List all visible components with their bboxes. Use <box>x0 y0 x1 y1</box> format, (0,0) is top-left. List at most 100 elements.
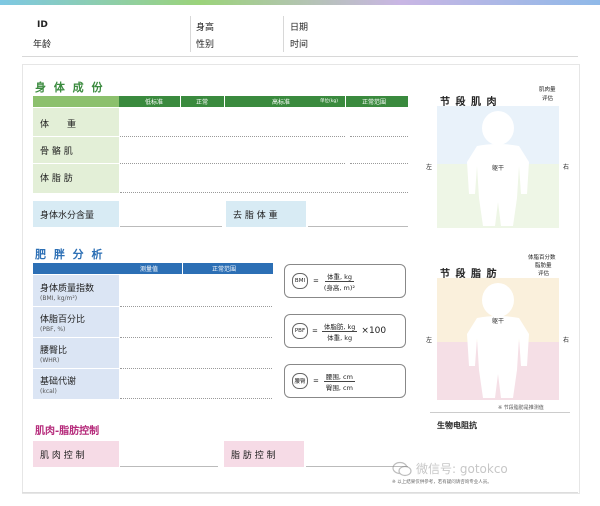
header-divider <box>283 16 284 52</box>
fat-control-label: 脂 肪 控 制 <box>224 441 304 467</box>
col-normal-range: 正常范围 <box>212 266 237 273</box>
bmi-label-text: 身体质量指数 <box>40 283 95 294</box>
row-dotline <box>120 163 345 164</box>
bmi-equals: = <box>313 277 319 285</box>
bmr-row-label: 基础代谢 (kcal) <box>33 369 119 399</box>
bio-impedance-title: 生物电阻抗 <box>437 421 477 430</box>
bio-impedance-line <box>430 412 570 413</box>
fat-legend-line1: 体脂百分数 <box>528 255 556 261</box>
pbf-formula-box: PBF = 体脂肪, kg 体重, kg ×100 <box>284 314 406 348</box>
row-separator <box>33 136 119 137</box>
wechat-icon <box>392 461 412 476</box>
muscle-fat-control-title: 肌肉-脂肪控制 <box>35 426 100 437</box>
row-dotline <box>120 192 408 193</box>
muscle-legend-line2: 评估 <box>542 96 554 102</box>
fat-right-label: 右 <box>563 337 570 344</box>
body-water-label: 身体水分含量 <box>33 201 119 227</box>
bmr-label-sub: (kcal) <box>40 387 57 395</box>
whr-denominator: 臀围, cm <box>325 383 353 392</box>
bmr-label-text: 基础代谢 <box>40 376 77 387</box>
range-dotline <box>350 163 408 164</box>
col-high: 高标准 <box>272 99 291 106</box>
whr-formula-box: 腰臀 = 腰围, cm 臀围, cm <box>284 364 406 398</box>
sex-label: 性别 <box>196 40 215 50</box>
bmi-row-label: 身体质量指数 (BMI, kg/m²) <box>33 276 119 306</box>
bmi-tag: BMI <box>292 273 308 289</box>
whr-row-label: 腰臀比 (WHR) <box>33 338 119 368</box>
body-composition-header-left <box>33 96 119 107</box>
fat-legend-line2: 脂肪量 <box>535 263 552 269</box>
muscle-left-label: 左 <box>426 164 433 171</box>
col-measured: 测量值 <box>140 266 159 273</box>
whr-label-sub: (WHR) <box>40 356 60 364</box>
row-separator <box>33 337 119 338</box>
pbf-fraction: 体脂肪, kg 体重, kg <box>321 321 358 342</box>
weight-row-label: 体 重 <box>40 119 77 130</box>
header-divider <box>190 16 191 52</box>
pbf-label-text: 体脂百分比 <box>40 314 86 325</box>
header-bottom-line <box>22 56 578 57</box>
pbf-row-label: 体脂百分比 (PBF, %) <box>33 307 119 337</box>
pbf-numerator: 体脂肪, kg <box>321 322 358 332</box>
date-label: 日期 <box>290 23 309 33</box>
row-dotline <box>120 136 345 137</box>
row-dotline <box>120 398 272 399</box>
whr-label-text: 腰臀比 <box>40 345 68 356</box>
bmi-label-sub: (BMI, kg/m²) <box>40 294 78 302</box>
whr-tag: 腰臀 <box>292 373 308 389</box>
col-low: 低标准 <box>145 99 164 106</box>
fat-legend-line3: 评估 <box>538 271 550 277</box>
muscle-legend-line1: 肌肉量 <box>539 87 556 93</box>
range-dotline <box>350 136 408 137</box>
pbf-label-sub: (PBF, %) <box>40 325 66 333</box>
muscle-right-label: 右 <box>563 164 570 171</box>
footer-line <box>22 492 578 493</box>
age-label: 年龄 <box>33 40 52 50</box>
bmi-numerator: 体重, kg <box>324 272 354 282</box>
header-divider <box>180 96 181 107</box>
row-dotline <box>120 306 272 307</box>
bmi-denominator: (身高, m)² <box>323 283 356 292</box>
body-composition-title: 身 体 成 份 <box>35 81 105 94</box>
muscle-control-label: 肌 肉 控 制 <box>33 441 119 467</box>
pbf-denominator: 体重, kg <box>327 333 353 342</box>
watermark-text: 微信号: gotokco <box>416 462 508 476</box>
header-divider <box>224 96 225 107</box>
top-color-bar <box>0 0 600 5</box>
whr-equals: = <box>313 377 319 385</box>
bmi-formula-box: BMI = 体重, kg (身高, m)² <box>284 264 406 298</box>
obesity-analysis-title: 肥 胖 分 析 <box>35 248 105 261</box>
bmi-fraction: 体重, kg (身高, m)² <box>324 271 355 292</box>
col-range: 正常范围 <box>362 99 387 106</box>
wechat-watermark: 微信号: gotokco <box>392 460 508 477</box>
muscle-control-value-line <box>120 466 218 467</box>
body-water-value-line <box>120 226 222 227</box>
body-fat-row-label: 体 脂 肪 <box>40 173 73 184</box>
segmental-fat-footnote: ※ 节段脂肪是推测值 <box>498 405 544 411</box>
whr-numerator: 腰围, cm <box>323 372 355 382</box>
col-normal: 正常 <box>196 99 209 106</box>
row-dotline <box>120 368 272 369</box>
lean-mass-value-line <box>308 226 408 227</box>
header-divider <box>182 263 183 274</box>
row-separator <box>33 163 119 164</box>
pbf-tag: PBF <box>292 323 308 339</box>
muscle-trunk-label: 躯干 <box>492 165 505 172</box>
row-dotline <box>120 337 272 338</box>
col-high-unit: 单位(kg) <box>320 99 338 104</box>
id-label: ID <box>37 20 48 30</box>
time-label: 时间 <box>290 40 309 50</box>
pbf-equals: = <box>312 327 318 335</box>
fat-left-label: 左 <box>426 337 433 344</box>
lean-mass-label: 去 脂 体 重 <box>226 201 306 227</box>
header-divider <box>345 96 346 107</box>
skeletal-muscle-row-label: 骨 骼 肌 <box>40 146 73 157</box>
row-separator <box>33 368 119 369</box>
height-label: 身高 <box>196 23 215 33</box>
whr-fraction: 腰围, cm 臀围, cm <box>323 371 355 392</box>
pbf-multiplier: ×100 <box>361 326 387 336</box>
fat-body-silhouette <box>467 283 529 398</box>
row-separator <box>33 306 119 307</box>
fat-body-grid <box>437 278 559 400</box>
footer-note: ※ 以上结果仅供参考，若有疑问请咨询专业人员。 <box>392 480 492 485</box>
